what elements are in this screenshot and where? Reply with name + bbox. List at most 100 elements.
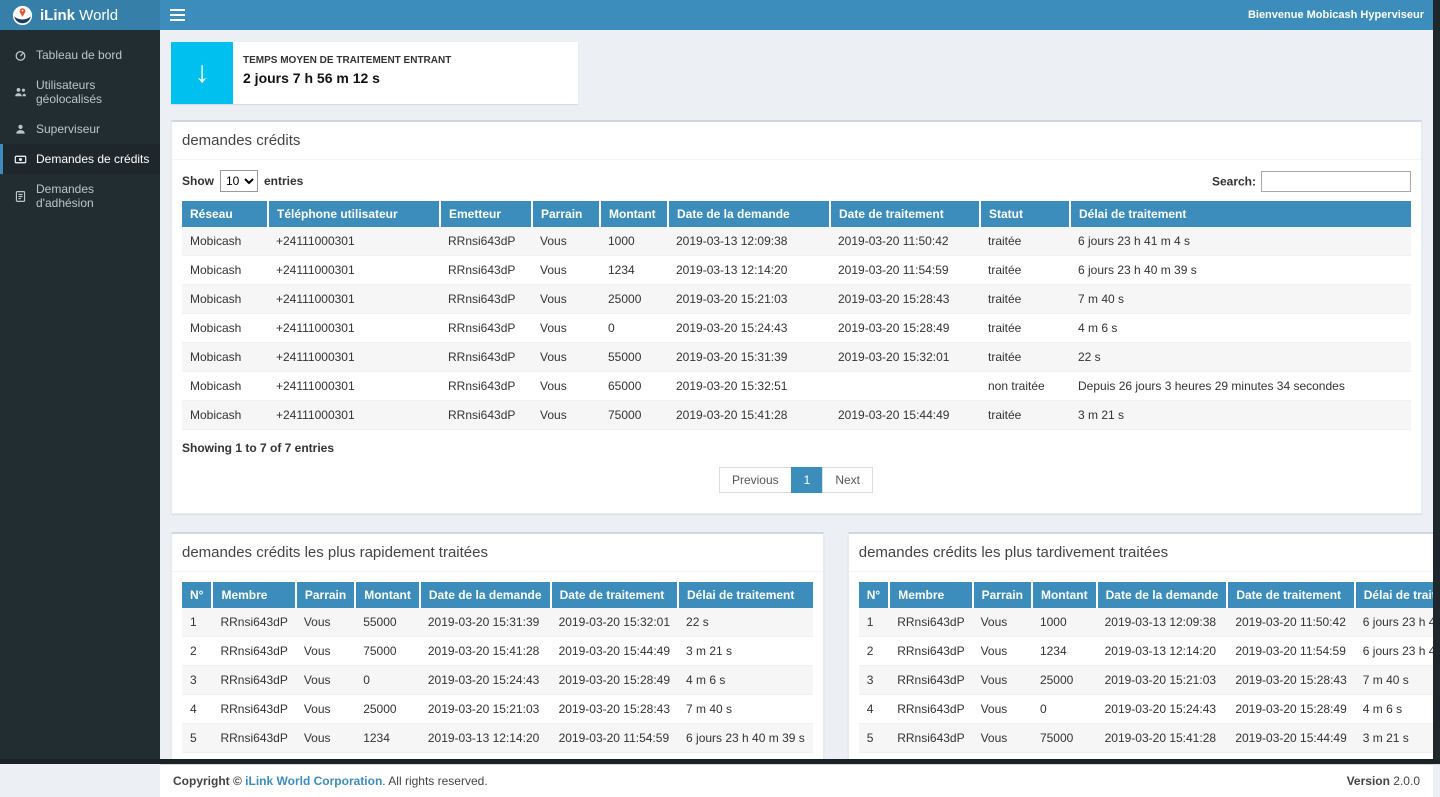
table-cell: 6 jours 23 h 40 m 39 s (678, 724, 813, 753)
sidebar-item-demandes-de-credits[interactable]: Demandes de crédits (0, 144, 160, 174)
column-header: Date de la demande (420, 582, 551, 608)
table-cell: 2019-03-20 15:32:01 (830, 343, 980, 372)
column-header[interactable]: Date de la demande (668, 201, 830, 227)
table-cell: Vous (973, 608, 1032, 637)
table-cell: 1000 (600, 227, 668, 256)
infobox-value: 2 jours 7 h 56 m 12 s (243, 70, 451, 86)
table-row: 5RRnsi643dPVous750002019-03-20 15:41:282… (859, 724, 1440, 753)
window-bottom-edge (0, 759, 1440, 764)
table-cell: 65000 (600, 372, 668, 401)
table-cell: Vous (973, 637, 1032, 666)
column-header[interactable]: Délai de traitement (1070, 201, 1411, 227)
table-cell: 2019-03-20 15:28:43 (1227, 666, 1354, 695)
table-cell: Mobicash (182, 372, 268, 401)
previous-page-button[interactable]: Previous (719, 467, 792, 493)
panel-title: demandes crédits (172, 122, 1421, 160)
table-cell: 3 m 21 s (678, 637, 813, 666)
table-cell: Mobicash (182, 256, 268, 285)
column-header: Membre (212, 582, 295, 608)
column-header: Date de traitement (551, 582, 678, 608)
table-cell: RRnsi643dP (212, 724, 295, 753)
sidebar-toggle-button[interactable] (170, 4, 188, 26)
table-cell: RRnsi643dP (440, 401, 532, 430)
column-header[interactable]: Statut (980, 201, 1070, 227)
table-cell: Vous (532, 343, 600, 372)
table-cell: Mobicash (182, 343, 268, 372)
fastest-credits-panel: demandes crédits les plus rapidement tra… (171, 532, 824, 764)
table-row: 3RRnsi643dPVous250002019-03-20 15:21:032… (859, 666, 1440, 695)
next-page-button[interactable]: Next (822, 467, 873, 493)
sidebar-item-label: Superviseur (36, 122, 100, 136)
table-row: 5RRnsi643dPVous12342019-03-13 12:14:2020… (182, 724, 813, 753)
table-cell: Mobicash (182, 314, 268, 343)
sidebar: Tableau de bord Utilisateurs géolocalisé… (0, 30, 160, 764)
page-length-select[interactable]: 10 (220, 170, 258, 192)
table-cell: 75000 (600, 401, 668, 430)
sidebar-item-utilisateurs-geolocalises[interactable]: Utilisateurs géolocalisés (0, 70, 160, 114)
table-cell: 6 jours 23 h 41 m 4 s (1355, 608, 1440, 637)
scrollbar-track[interactable] (1433, 0, 1440, 764)
table-cell: RRnsi643dP (440, 285, 532, 314)
column-header: Délai de traitement (678, 582, 813, 608)
table-row: Mobicash+24111000301RRnsi643dPVous650002… (182, 372, 1411, 401)
table-cell: 4 m 6 s (678, 666, 813, 695)
table-cell: 4 (182, 695, 212, 724)
table-cell: 3 (859, 666, 889, 695)
table-cell: 4 m 6 s (1355, 695, 1440, 724)
brand-globe-icon (12, 5, 33, 26)
company-link[interactable]: iLink World Corporation (245, 774, 382, 788)
search-input[interactable] (1261, 171, 1411, 192)
table-cell: RRnsi643dP (440, 256, 532, 285)
column-header: Délai de traitement (1355, 582, 1440, 608)
table-row: 1RRnsi643dPVous10002019-03-13 12:09:3820… (859, 608, 1440, 637)
column-header[interactable]: Téléphone utilisateur (268, 201, 440, 227)
table-cell: traitée (980, 343, 1070, 372)
table-cell: RRnsi643dP (212, 695, 295, 724)
table-cell: 2019-03-13 12:14:20 (1097, 637, 1228, 666)
column-header: Parrain (973, 582, 1032, 608)
table-cell: 1 (859, 608, 889, 637)
table-cell: 2019-03-20 15:24:43 (668, 314, 830, 343)
users-icon (14, 85, 28, 99)
brand-name: iLink World (40, 7, 118, 24)
table-cell: 2019-03-13 12:14:20 (420, 724, 551, 753)
table-cell: 2 (182, 637, 212, 666)
table-cell: traitée (980, 401, 1070, 430)
table-cell: 2019-03-20 11:50:42 (830, 227, 980, 256)
sidebar-item-tableau-de-bord[interactable]: Tableau de bord (0, 40, 160, 70)
table-cell: 55000 (355, 608, 420, 637)
table-cell: Vous (973, 724, 1032, 753)
main-content: ↓ TEMPS MOYEN DE TRAITEMENT ENTRANT 2 jo… (160, 30, 1433, 759)
table-row: 1RRnsi643dPVous550002019-03-20 15:31:392… (182, 608, 813, 637)
table-cell: Vous (532, 401, 600, 430)
table-cell: 2019-03-20 11:54:59 (551, 724, 678, 753)
table-row: Mobicash+24111000301RRnsi643dPVous02019-… (182, 314, 1411, 343)
table-cell: 1234 (355, 724, 420, 753)
column-header[interactable]: Date de traitement (830, 201, 980, 227)
table-cell: 0 (1032, 695, 1097, 724)
table-cell: Vous (296, 637, 355, 666)
table-cell: 5 (859, 724, 889, 753)
column-header: Montant (355, 582, 420, 608)
sidebar-item-demandes-adhesion[interactable]: Demandes d'adhésion (0, 174, 160, 218)
column-header[interactable]: Emetteur (440, 201, 532, 227)
avg-processing-time-infobox: ↓ TEMPS MOYEN DE TRAITEMENT ENTRANT 2 jo… (171, 42, 578, 104)
copyright-text: Copyright © iLink World Corporation. All… (173, 774, 488, 788)
table-cell: 7 m 40 s (1070, 285, 1411, 314)
table-cell: 1000 (1032, 608, 1097, 637)
column-header[interactable]: Montant (600, 201, 668, 227)
column-header[interactable]: Parrain (532, 201, 600, 227)
table-cell: +24111000301 (268, 401, 440, 430)
brand-logo[interactable]: iLink World (0, 0, 160, 30)
table-cell: RRnsi643dP (889, 695, 972, 724)
table-cell: 75000 (1032, 724, 1097, 753)
column-header: Date de la demande (1097, 582, 1228, 608)
slowest-credits-panel: demandes crédits les plus tardivement tr… (848, 532, 1440, 764)
table-row: Mobicash+24111000301RRnsi643dPVous250002… (182, 285, 1411, 314)
table-cell: 2019-03-20 15:44:49 (551, 637, 678, 666)
down-arrow-icon: ↓ (171, 42, 233, 104)
sidebar-item-superviseur[interactable]: Superviseur (0, 114, 160, 144)
column-header[interactable]: Réseau (182, 201, 268, 227)
table-cell: 2019-03-20 15:28:43 (830, 285, 980, 314)
page-1-button[interactable]: 1 (791, 467, 824, 493)
